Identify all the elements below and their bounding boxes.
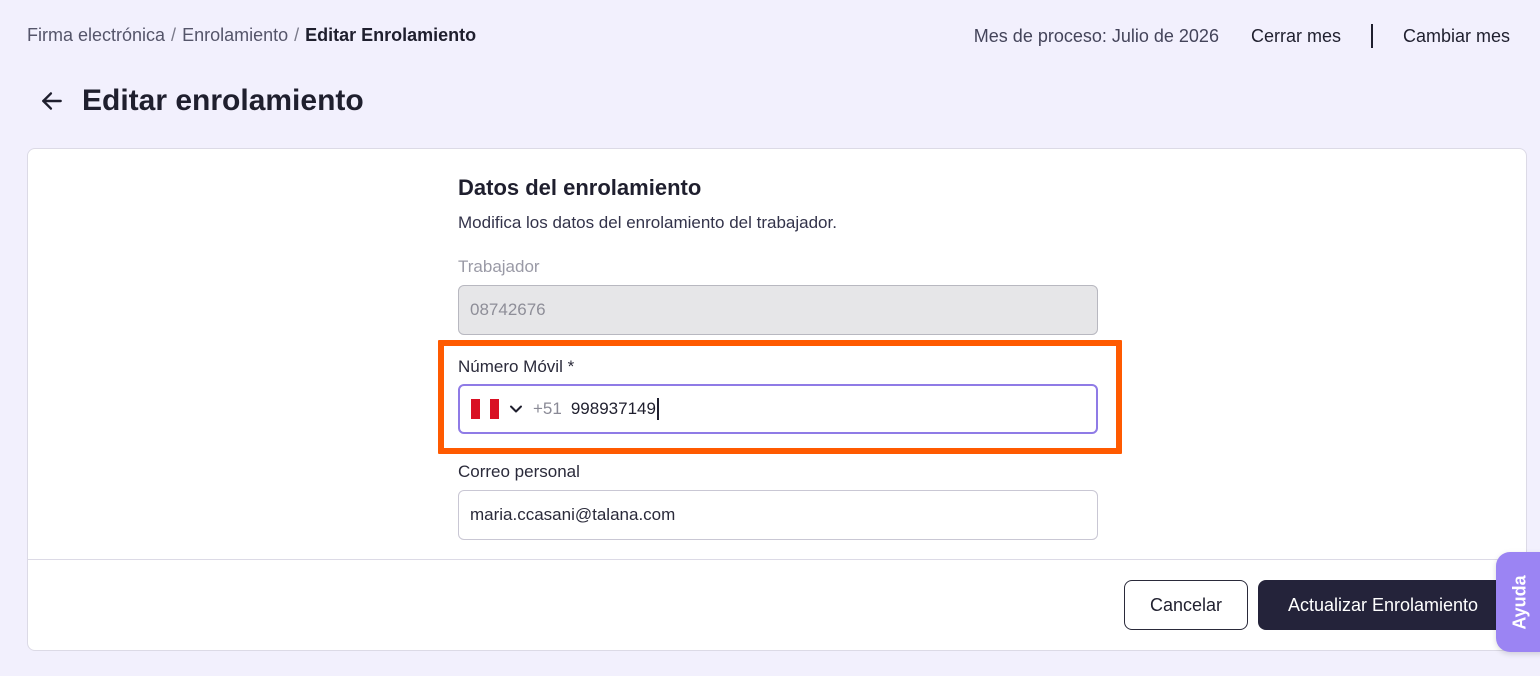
breadcrumb-separator: / (171, 25, 177, 45)
top-right-actions: Mes de proceso: Julio de 2026 Cerrar mes… (974, 24, 1510, 48)
mobile-label: Número Móvil * (458, 357, 575, 376)
page-header: Editar enrolamiento (38, 84, 364, 118)
header-divider (1370, 24, 1373, 48)
breadcrumb-current: Editar Enrolamiento (305, 25, 477, 45)
breadcrumb-item-enrolamiento[interactable]: Enrolamiento (182, 25, 288, 46)
mobile-input[interactable]: +51 998937149 (458, 384, 1098, 434)
mobile-field: Número Móvil * +51 998937149 (458, 357, 1098, 434)
form-subtitle: Modifica los datos del enrolamiento del … (458, 213, 837, 232)
help-label: Ayuda (1509, 574, 1530, 630)
mobile-value: 998937149 (570, 399, 656, 418)
help-tab[interactable]: Ayuda (1496, 552, 1540, 652)
dial-code: +51 (533, 399, 562, 418)
email-field: Correo personal maria.ccasani@talana.com (458, 462, 1098, 540)
chevron-down-icon[interactable] (509, 402, 523, 416)
enrollment-card: Datos del enrolamiento Modifica los dato… (27, 148, 1527, 651)
worker-field: Trabajador 08742676 (458, 257, 1098, 335)
text-caret (656, 398, 659, 420)
peru-flag-icon[interactable] (471, 399, 499, 419)
page-title: Editar enrolamiento (82, 84, 364, 117)
breadcrumb: Firma electrónica / Enrolamiento / Edita… (27, 25, 476, 46)
email-input[interactable]: maria.ccasani@talana.com (458, 490, 1098, 540)
top-bar: Firma electrónica / Enrolamiento / Edita… (0, 0, 1540, 72)
enrollment-form: Datos del enrolamiento Modifica los dato… (458, 175, 1098, 540)
card-footer-divider (28, 559, 1526, 560)
cancel-button[interactable]: Cancelar (1124, 580, 1248, 630)
form-title: Datos del enrolamiento (458, 175, 702, 200)
change-month-link[interactable]: Cambiar mes (1403, 26, 1510, 47)
arrow-left-icon[interactable] (38, 87, 66, 115)
close-month-link[interactable]: Cerrar mes (1251, 26, 1341, 47)
worker-value: 08742676 (470, 300, 546, 319)
email-value: maria.ccasani@talana.com (470, 505, 676, 524)
process-month-label: Mes de proceso: Julio de 2026 (973, 25, 1219, 46)
worker-label: Trabajador (458, 257, 540, 276)
breadcrumb-separator: / (294, 25, 300, 45)
breadcrumb-item-firma[interactable]: Firma electrónica (27, 25, 165, 46)
email-label: Correo personal (458, 462, 580, 481)
worker-input: 08742676 (458, 285, 1098, 335)
update-enrollment-button[interactable]: Actualizar Enrolamiento (1258, 580, 1508, 630)
